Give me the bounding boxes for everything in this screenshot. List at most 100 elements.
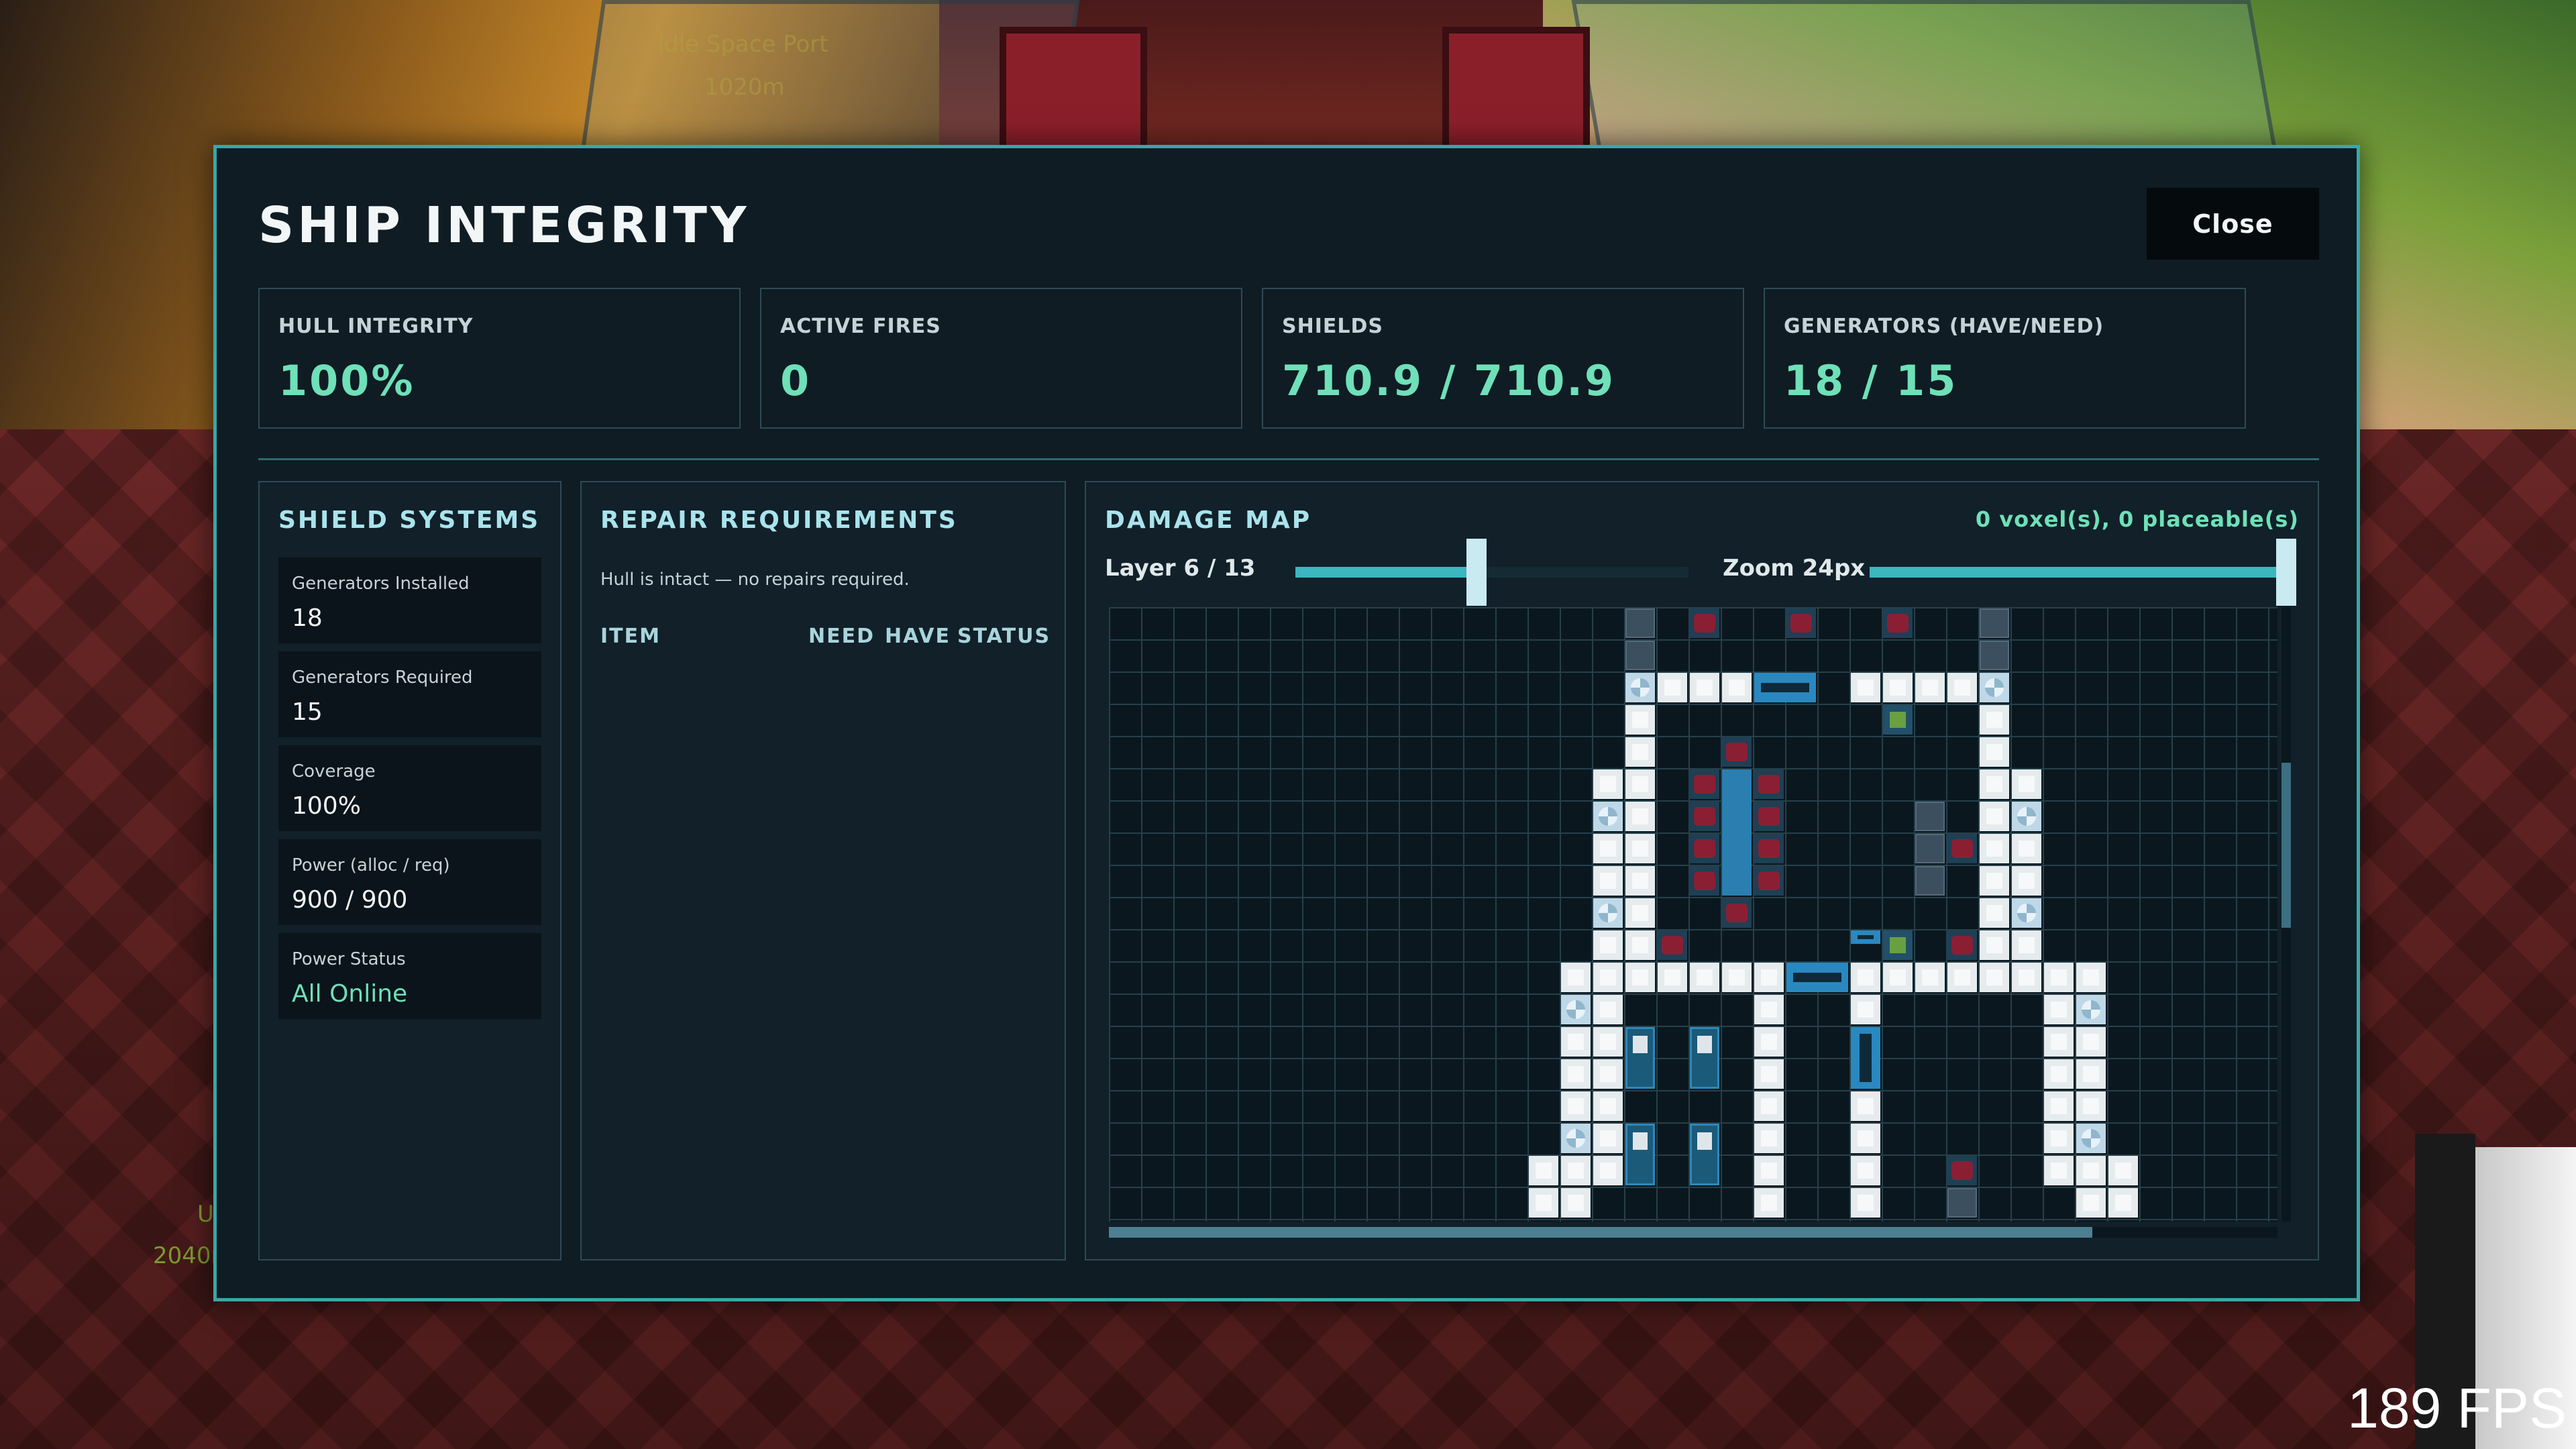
hull-block xyxy=(1625,834,1655,863)
locker xyxy=(1625,1027,1655,1089)
stat-shields: SHIELDS 710.9 / 710.9 xyxy=(1262,288,1744,429)
hull-block xyxy=(1529,1156,1558,1185)
stat-generators: GENERATORS (HAVE/NEED) 18 / 15 xyxy=(1764,288,2246,429)
conduit xyxy=(1851,930,1880,944)
panel-title: REPAIR REQUIREMENTS xyxy=(600,506,958,534)
seat-block xyxy=(1754,866,1784,896)
hull-block xyxy=(1754,1059,1784,1089)
hull-block xyxy=(1980,737,2009,767)
close-button[interactable]: Close xyxy=(2147,188,2319,260)
hull-block xyxy=(2044,995,2074,1024)
horizontal-scrollbar-thumb[interactable] xyxy=(1109,1227,2092,1238)
seat-block xyxy=(1883,608,1913,638)
damage-map-info: 0 voxel(s), 0 placeable(s) xyxy=(1975,506,2299,532)
hull-block xyxy=(2076,1156,2106,1185)
layer-slider[interactable] xyxy=(1295,539,1688,606)
panel-title: DAMAGE MAP xyxy=(1105,506,1312,534)
stat-label: SHIELDS xyxy=(1282,315,1383,338)
hull-block xyxy=(1593,834,1623,863)
module xyxy=(1883,930,1913,960)
hull-block xyxy=(1625,866,1655,896)
seat-block xyxy=(1722,898,1752,928)
hull-block xyxy=(1658,963,1687,992)
hull-block xyxy=(1915,963,1945,992)
panel-title: SHIELD SYSTEMS xyxy=(278,506,541,534)
zoom-slider-thumb[interactable] xyxy=(2276,539,2296,606)
hull-block xyxy=(2076,1188,2106,1218)
seat-block xyxy=(1442,27,1590,161)
zoom-slider[interactable] xyxy=(1870,539,2296,606)
hull-block xyxy=(1625,705,1655,735)
stat-value: 0 xyxy=(780,356,812,405)
hull-block xyxy=(1625,737,1655,767)
hull-block xyxy=(1947,673,1977,702)
stat-value: 710.9 / 710.9 xyxy=(1282,356,1616,405)
seat-block xyxy=(1947,834,1977,863)
sys-label: Generators Installed xyxy=(292,574,470,594)
seat-block xyxy=(1690,802,1719,831)
sys-power-status: Power Status All Online xyxy=(278,933,541,1019)
shield-generator xyxy=(1561,1124,1591,1153)
hull-block xyxy=(2012,834,2041,863)
repair-requirements-panel: REPAIR REQUIREMENTS Hull is intact — no … xyxy=(580,481,1066,1260)
seat-block xyxy=(1690,834,1719,863)
shield-generator xyxy=(1625,673,1655,702)
layer-slider-fill xyxy=(1295,567,1477,578)
hull-block xyxy=(1529,1188,1558,1218)
hull-block xyxy=(1690,673,1719,702)
sys-label: Coverage xyxy=(292,761,376,782)
hull-block xyxy=(1561,1188,1591,1218)
locker xyxy=(1625,1124,1655,1185)
hull-block xyxy=(1625,769,1655,799)
zoom-slider-fill xyxy=(1870,567,2286,578)
hull-block xyxy=(2108,1188,2138,1218)
hull-block xyxy=(1980,898,2009,928)
horizontal-scrollbar[interactable] xyxy=(1109,1227,2277,1238)
hud-distance: 1020m xyxy=(704,74,785,101)
hull-block xyxy=(1561,1156,1591,1185)
zoom-label: Zoom 24px xyxy=(1723,555,1866,582)
hull-block xyxy=(1851,1188,1880,1218)
hull-block xyxy=(1593,769,1623,799)
layer-slider-thumb[interactable] xyxy=(1466,539,1487,606)
sys-generators-installed: Generators Installed 18 xyxy=(278,557,541,643)
seat-block xyxy=(1658,930,1687,960)
vertical-scrollbar[interactable] xyxy=(2282,607,2291,1222)
section-divider xyxy=(258,458,2319,460)
hull-block xyxy=(1593,930,1623,960)
hull-block xyxy=(2044,1124,2074,1153)
seat-block xyxy=(1947,1156,1977,1185)
hull-block xyxy=(1593,963,1623,992)
layer-label: Layer 6 / 13 xyxy=(1105,555,1256,582)
hud-left-value: 2040r xyxy=(153,1242,221,1269)
stat-value: 100% xyxy=(278,356,415,405)
stat-label: ACTIVE FIRES xyxy=(780,315,941,338)
hull-block xyxy=(1593,1156,1623,1185)
hull-block xyxy=(1980,930,2009,960)
hull-block xyxy=(2012,769,2041,799)
col-need: NEED xyxy=(808,625,875,648)
sys-value: 15 xyxy=(292,698,323,726)
stat-label: GENERATORS (HAVE/NEED) xyxy=(1784,315,2104,338)
hull-block xyxy=(1851,673,1880,702)
sys-value: All Online xyxy=(292,980,408,1008)
hull-block xyxy=(1625,930,1655,960)
locker xyxy=(1690,1027,1719,1089)
hull-block xyxy=(1883,963,1913,992)
hud-location: Idle Space Port xyxy=(657,31,828,58)
vertical-scrollbar-thumb[interactable] xyxy=(2282,763,2291,928)
hull-block xyxy=(1980,802,2009,831)
frame-block xyxy=(1980,608,2009,638)
hull-block xyxy=(1980,963,2009,992)
sys-label: Power (alloc / req) xyxy=(292,855,450,875)
seat-block xyxy=(1754,802,1784,831)
sys-label: Power Status xyxy=(292,949,406,969)
sys-generators-required: Generators Required 15 xyxy=(278,651,541,737)
sys-coverage: Coverage 100% xyxy=(278,745,541,831)
stat-value: 18 / 15 xyxy=(1784,356,1958,405)
fps-counter: 189 FPS xyxy=(2347,1377,2567,1440)
seat-block xyxy=(1690,866,1719,896)
damage-map-grid[interactable] xyxy=(1109,607,2277,1222)
col-status: STATUS xyxy=(957,625,1051,648)
hull-block xyxy=(2012,930,2041,960)
